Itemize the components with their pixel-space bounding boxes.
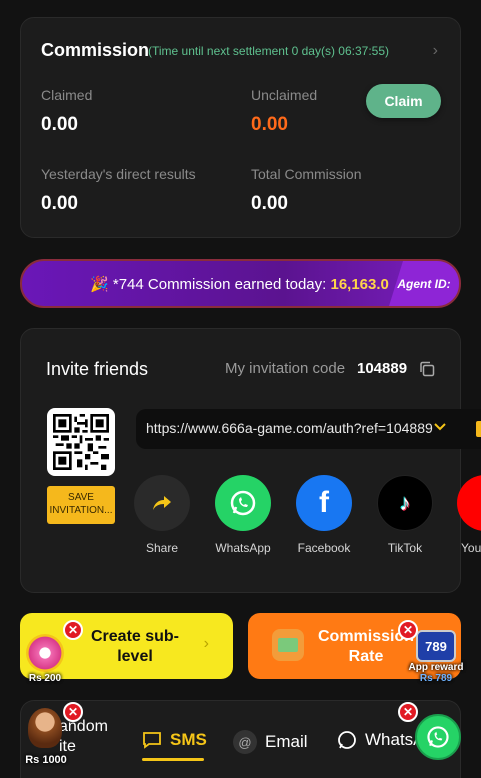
share-method-tabbar: andom ite SMS @ Email WhatsA — [20, 700, 461, 778]
commission-card: Commission (Time until next settlement 0… — [20, 17, 461, 238]
save-invitation-button[interactable]: SAVE INVITATION... — [47, 486, 115, 524]
copy-icon[interactable] — [419, 361, 435, 377]
tab-email-label: Email — [265, 732, 308, 751]
share-item-whatsapp[interactable]: WhatsApp — [203, 475, 283, 555]
share-item-tiktok[interactable]: ♪ TikTok — [365, 475, 445, 555]
active-tab-indicator — [142, 758, 204, 761]
facebook-label: Facebook — [297, 541, 351, 555]
chevron-right-icon: › — [203, 635, 209, 652]
tab-email[interactable]: @ Email — [233, 730, 308, 754]
money-icon — [272, 629, 304, 661]
whatsapp-support-icon — [427, 726, 449, 748]
share-icon — [134, 475, 190, 531]
close-icon[interactable]: ✕ — [63, 620, 83, 640]
claim-button[interactable]: Claim — [366, 84, 441, 118]
youtube-label: You — [461, 541, 481, 555]
whatsapp-outline-icon — [338, 731, 356, 749]
ticker-prefix: *744 Commission earned today: — [112, 276, 327, 293]
party-popper-icon: 🎉 — [90, 276, 109, 293]
invite-card: Invite friends My invitation code 104889… — [20, 328, 481, 593]
tiktok-label: TikTok — [387, 541, 423, 555]
link-copy-tab[interactable] — [476, 421, 481, 437]
commission-ticker: 🎉 *744 Commission earned today: 16,163.0… — [20, 259, 461, 308]
chevron-down-icon[interactable] — [433, 420, 447, 434]
lucky-wheel-icon — [26, 634, 64, 672]
share-item-facebook[interactable]: f Facebook — [284, 475, 364, 555]
claimed-value: 0.00 — [41, 114, 78, 135]
app-reward-float[interactable]: 789 App reward Rs 789 — [408, 628, 464, 686]
tab-sms-label: SMS — [170, 730, 207, 749]
app-logo-text: 789 — [425, 638, 447, 654]
share-item-share[interactable]: Share — [122, 475, 202, 555]
invitation-link: https://www.666a-game.com/auth?ref=10488… — [146, 420, 433, 436]
total-commission-value: 0.00 — [251, 193, 288, 214]
close-icon[interactable]: ✕ — [63, 702, 83, 722]
chevron-right-icon[interactable]: › — [433, 42, 438, 60]
close-icon[interactable]: ✕ — [398, 620, 418, 640]
qr-code — [47, 408, 115, 476]
yesterday-results-value: 0.00 — [41, 193, 78, 214]
yesterday-results-label: Yesterday's direct results — [41, 166, 196, 182]
message-icon — [143, 732, 161, 749]
tiktok-icon: ♪ — [377, 475, 433, 531]
invitation-link-box[interactable]: https://www.666a-game.com/auth?ref=10488… — [136, 409, 481, 449]
random-invite-caption: Rs 1000 — [25, 754, 67, 766]
unclaimed-label: Unclaimed — [251, 87, 318, 103]
agent-id-tag: Agent ID: — [389, 261, 459, 306]
invitation-code: 104889 — [357, 360, 408, 377]
app-reward-amount: Rs 789 — [419, 673, 453, 684]
character-avatar-icon — [28, 708, 62, 748]
tab-sms[interactable]: SMS — [142, 730, 207, 750]
unclaimed-value: 0.00 — [251, 114, 288, 135]
commission-title: Commission — [41, 40, 150, 60]
ticker-amount: 16,163.0 — [330, 276, 389, 293]
youtube-icon — [457, 475, 481, 531]
total-commission-label: Total Commission — [251, 166, 362, 182]
invite-title: Invite friends — [46, 359, 149, 379]
whatsapp-support-button[interactable] — [415, 714, 461, 760]
invitation-code-label: My invitation code — [225, 360, 346, 377]
tab-whatsapp[interactable]: WhatsA — [337, 730, 425, 750]
claimed-label: Claimed — [41, 87, 93, 103]
whatsapp-label: WhatsApp — [215, 541, 271, 555]
app-logo-icon: 789 — [416, 630, 456, 662]
share-item-youtube[interactable]: You — [441, 475, 481, 555]
facebook-icon: f — [296, 475, 352, 531]
qr-code-image — [53, 414, 109, 470]
share-label: Share — [145, 541, 179, 555]
app-reward-caption: App reward — [408, 662, 464, 673]
lucky-wheel-caption: Rs 200 — [28, 673, 62, 684]
whatsapp-icon — [215, 475, 271, 531]
settlement-timer: (Time until next settlement 0 day(s) 06:… — [148, 44, 389, 58]
ticker-text: 🎉 *744 Commission earned today: 16,163.0 — [90, 275, 389, 293]
close-icon[interactable]: ✕ — [398, 702, 418, 722]
create-sublevel-label: Create sub-level — [90, 628, 180, 665]
at-sign-icon: @ — [233, 730, 257, 754]
